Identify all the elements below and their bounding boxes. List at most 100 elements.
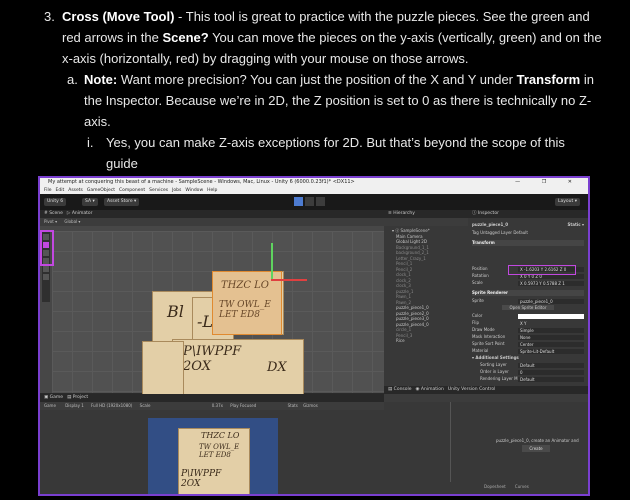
tab-hierarchy[interactable]: ≡ Hierarchy xyxy=(388,211,415,216)
menu-window[interactable]: Window xyxy=(185,188,203,193)
sorting-layer-dropdown[interactable]: Default xyxy=(518,362,584,368)
puzzle-piece[interactable]: P\IWPPF 2OX DX xyxy=(172,339,304,395)
rect-tool[interactable] xyxy=(43,266,49,272)
step-button[interactable] xyxy=(316,197,325,206)
menu-file[interactable]: File xyxy=(44,188,52,193)
hierarchy-item[interactable]: puzzle_piece2_0 xyxy=(396,311,429,316)
menu-gameobject[interactable]: GameObject xyxy=(87,188,115,193)
hierarchy-item[interactable]: Letter_Crazy_1 xyxy=(396,256,426,261)
tab-version-control[interactable]: Unity Version Control xyxy=(448,387,496,392)
paragraph-text: x-axis (horizontally, red) by dragging w… xyxy=(62,51,469,66)
menu-bar: File Edit Assets GameObject Component Service… xyxy=(40,187,588,194)
layer-dropdown[interactable]: Default xyxy=(513,230,528,235)
sprite-field[interactable]: puzzle_piece1_0 xyxy=(518,298,584,304)
hierarchy-item[interactable]: Pencil_1 xyxy=(396,261,412,266)
hierarchy-item[interactable]: clock_2 xyxy=(396,278,411,283)
mask-dropdown[interactable]: None xyxy=(518,334,584,340)
animation-toolbar xyxy=(384,394,588,402)
hierarchy-item[interactable]: puzzle_piece4_0 xyxy=(396,322,429,327)
hierarchy-item[interactable]: clock_3 xyxy=(396,283,411,288)
document: 3. Cross (Move Tool) - This tool is grea… xyxy=(0,0,630,175)
paragraph-text: Yes, you can make Z-axis exceptions for … xyxy=(106,135,565,150)
transform-tool[interactable] xyxy=(43,274,49,280)
window-titlebar: My attempt at conquering this beast of a… xyxy=(40,178,588,187)
object-name: puzzle_piece1_0 xyxy=(472,222,509,227)
puzzle-preview: THZC LO TW OWL_E LET ED8 P\IWPPF 2OX xyxy=(178,428,250,494)
hierarchy-item[interactable]: puzzle_piece1_0 xyxy=(396,305,429,310)
scene-toolbar: Pivot ▾ Global ▾ xyxy=(40,218,384,226)
hierarchy-item[interactable]: Pawn_2 xyxy=(396,300,411,305)
asset-store-dropdown[interactable]: Asset Store ▾ xyxy=(104,198,140,206)
sa-dropdown[interactable]: SA ▾ xyxy=(82,198,98,206)
hierarchy-item[interactable]: Pencil_3 xyxy=(396,333,412,338)
create-animator-button[interactable]: Create xyxy=(522,445,550,452)
scene-tabs: # Scene ▷ Animator xyxy=(40,210,384,218)
scale-field[interactable]: X 0.5973 Y 0.5788 Z 1 xyxy=(518,280,584,286)
hierarchy-item[interactable]: Main Camera xyxy=(396,234,423,239)
draw-mode-dropdown[interactable]: Simple xyxy=(518,327,584,333)
tab-dopesheet[interactable]: Dopesheet xyxy=(484,484,506,489)
hierarchy-item[interactable]: Global Light 2D xyxy=(396,239,427,244)
flip-toggles[interactable]: X Y xyxy=(518,321,584,326)
sort-point-dropdown[interactable]: Center xyxy=(518,341,584,347)
tab-curves[interactable]: Curves xyxy=(515,484,529,489)
hierarchy-item[interactable]: circle_1 xyxy=(396,327,411,332)
tab-project[interactable]: ▤ Project xyxy=(67,395,88,400)
list-marker: i. xyxy=(87,135,94,150)
menu-assets[interactable]: Assets xyxy=(68,188,83,193)
menu-component[interactable]: Component xyxy=(119,188,145,193)
game-view[interactable]: THZC LO TW OWL_E LET ED8 P\IWPPF 2OX xyxy=(148,418,278,494)
order-field[interactable]: 0 xyxy=(518,369,584,375)
menu-services[interactable]: Services xyxy=(149,188,168,193)
pause-button[interactable] xyxy=(305,197,314,206)
menu-jobs[interactable]: Jobs xyxy=(172,188,181,193)
hierarchy-item[interactable]: background_2_1 xyxy=(396,250,429,255)
tag-layer-row: Tag Untagged Layer Default xyxy=(472,230,528,235)
color-field[interactable] xyxy=(518,313,584,319)
tab-console[interactable]: ▤ Console xyxy=(388,387,412,392)
menu-edit[interactable]: Edit xyxy=(56,188,65,193)
window-controls[interactable]: — ❐ ✕ xyxy=(515,178,582,187)
hierarchy-item[interactable]: Pawn_1 xyxy=(396,294,411,299)
hierarchy-item[interactable]: clock_1 xyxy=(396,272,411,277)
rendering-layer-dropdown[interactable]: Default xyxy=(518,376,584,382)
layout-dropdown[interactable]: Layout ▾ xyxy=(555,198,580,206)
global-dropdown[interactable]: Global ▾ xyxy=(64,219,80,224)
tag-dropdown[interactable]: Untagged xyxy=(480,230,500,235)
sprite-renderer-header[interactable]: Sprite Renderer xyxy=(472,290,584,296)
game-toolbar: Game Display 1 Full HD (1920x1080) Scale… xyxy=(40,402,384,410)
tab-inspector[interactable]: ⓘ Inspector xyxy=(472,211,499,216)
hierarchy-item[interactable]: Rice xyxy=(396,338,405,343)
pivot-dropdown[interactable]: Pivot ▾ xyxy=(44,219,57,224)
hierarchy-item[interactable]: puzzle_1 xyxy=(396,289,413,294)
move-gizmo-x-axis[interactable] xyxy=(271,279,307,281)
scene-panel: # Scene ▷ Animator Pivot ▾ Global ▾ Bl -L… xyxy=(40,210,384,395)
paragraph-text: - This tool is great to practice with th… xyxy=(174,9,590,24)
hierarchy-search[interactable] xyxy=(384,218,468,226)
material-field[interactable]: Sprite-Lit-Default xyxy=(518,348,584,354)
menu-help[interactable]: Help xyxy=(207,188,217,193)
tab-animation[interactable]: ◉ Animation xyxy=(416,387,444,392)
additional-settings-foldout[interactable]: ▾ Additional Settings xyxy=(472,355,584,361)
tab-game[interactable]: ▣ Game xyxy=(44,395,63,400)
hierarchy-item[interactable]: Background_1_1 xyxy=(396,245,429,250)
scale-row: Scale X 0.5973 Y 0.5788 Z 1 xyxy=(472,280,584,286)
game-panel: ▣ Game ▤ Project Game Display 1 Full HD (… xyxy=(40,394,384,494)
tab-animator[interactable]: ▷ Animator xyxy=(67,211,93,216)
static-toggle[interactable]: Static ▾ xyxy=(567,222,584,228)
window-title: My attempt at conquering this beast of a… xyxy=(48,179,355,185)
account-button[interactable]: Unity 6 xyxy=(44,198,67,206)
scene-canvas[interactable]: Bl -L THZC LO TW OWL_E LET ED8 P\IWPPF 2… xyxy=(52,231,384,395)
tab-scene[interactable]: # Scene xyxy=(44,211,63,216)
paragraph-text: the Inspector. Because we’re in 2D, the … xyxy=(84,93,592,108)
hierarchy-item[interactable]: puzzle_piece3_0 xyxy=(396,316,429,321)
play-button[interactable] xyxy=(294,197,303,206)
paragraph-text: guide xyxy=(106,156,138,171)
hierarchy-item[interactable]: Pencil_2 xyxy=(396,267,412,272)
position-highlight-outline xyxy=(508,265,576,275)
transform-header[interactable]: Transform xyxy=(472,240,584,246)
move-gizmo-y-axis[interactable] xyxy=(271,243,273,279)
hierarchy-item[interactable]: ▾ ⓢ SampleScene* xyxy=(392,228,430,233)
puzzle-piece[interactable] xyxy=(142,341,184,395)
open-sprite-editor-button[interactable]: Open Sprite Editor xyxy=(501,305,555,310)
